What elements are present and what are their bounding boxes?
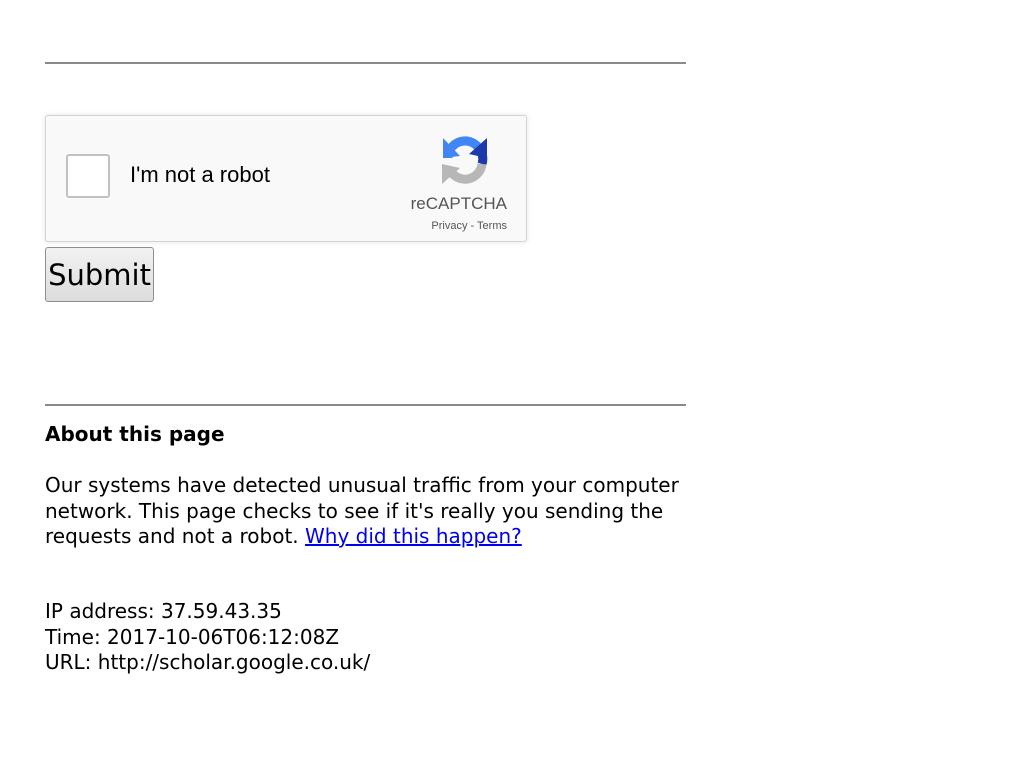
links-separator: - bbox=[467, 220, 478, 232]
why-did-this-happen-link[interactable]: Why did this happen? bbox=[305, 524, 522, 548]
request-url: URL: http://scholar.google.co.uk/ bbox=[45, 650, 371, 674]
recaptcha-widget: I'm not a robot reCAPTCHA Privacy - Term… bbox=[45, 115, 527, 242]
terms-link[interactable]: Terms bbox=[477, 220, 507, 232]
about-heading: About this page bbox=[45, 422, 225, 446]
recaptcha-label: I'm not a robot bbox=[130, 162, 270, 187]
recaptcha-logo-icon bbox=[442, 136, 488, 184]
top-divider bbox=[45, 62, 686, 64]
recaptcha-checkbox[interactable] bbox=[66, 154, 110, 198]
request-info: IP address: 37.59.43.35 Time: 2017-10-06… bbox=[45, 599, 370, 676]
recaptcha-brand: reCAPTCHA bbox=[410, 194, 507, 213]
privacy-link[interactable]: Privacy bbox=[431, 220, 467, 232]
request-time: Time: 2017-10-06T06:12:08Z bbox=[45, 624, 340, 649]
middle-divider bbox=[45, 404, 686, 406]
recaptcha-links: Privacy - Terms bbox=[431, 220, 507, 232]
ip-address: IP address: 37.59.43.35 bbox=[45, 599, 282, 623]
submit-button[interactable]: Submit bbox=[45, 247, 154, 302]
about-text: Our systems have detected unusual traffi… bbox=[45, 473, 695, 550]
